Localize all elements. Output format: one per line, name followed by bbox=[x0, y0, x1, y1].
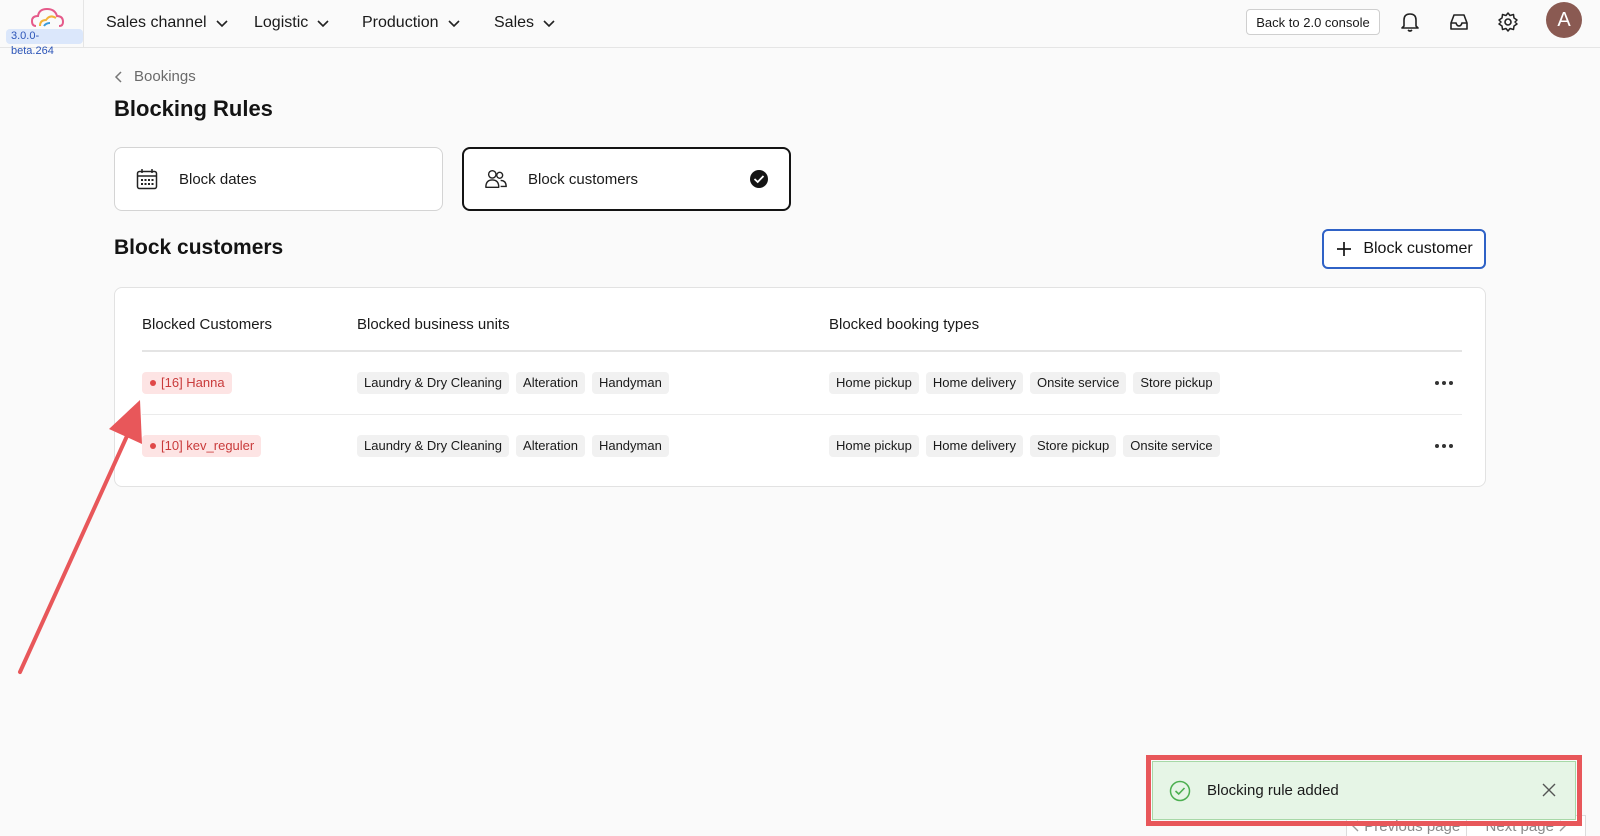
unit-tag: Laundry & Dry Cleaning bbox=[357, 435, 510, 457]
plus-icon bbox=[1337, 242, 1352, 256]
chevron-down-icon bbox=[447, 20, 460, 28]
logo-area[interactable]: 3.0.0-beta.264 bbox=[0, 0, 84, 57]
unit-tag: Handyman bbox=[591, 372, 669, 394]
block-customers-card[interactable]: Block customers bbox=[462, 147, 791, 211]
type-tag: Home pickup bbox=[829, 435, 919, 457]
type-tag: Home delivery bbox=[925, 435, 1023, 457]
units-tags: Laundry & Dry Cleaning Alteration Handym… bbox=[357, 372, 669, 394]
types-tags: Home pickup Home delivery Store pickup O… bbox=[829, 435, 1220, 457]
type-tag: Onsite service bbox=[1029, 372, 1127, 394]
column-header: Blocked business units bbox=[357, 316, 510, 333]
version-badge: 3.0.0-beta.264 bbox=[6, 29, 83, 57]
type-tag: Onsite service bbox=[1123, 435, 1220, 457]
more-options-icon[interactable] bbox=[1433, 438, 1455, 454]
bell-icon[interactable] bbox=[1398, 10, 1422, 34]
block-dates-card[interactable]: Block dates bbox=[114, 147, 443, 211]
nav-label: Production bbox=[362, 14, 439, 31]
column-header: Blocked booking types bbox=[829, 316, 980, 333]
row-divider bbox=[142, 414, 1462, 415]
nav-label: Sales channel bbox=[106, 14, 207, 31]
type-tag: Store pickup bbox=[1029, 435, 1117, 457]
card-label: Block dates bbox=[179, 170, 257, 188]
customer-badge[interactable]: [16] Hanna bbox=[142, 372, 232, 394]
breadcrumb[interactable]: Bookings bbox=[114, 68, 196, 85]
breadcrumb-label: Bookings bbox=[134, 68, 196, 85]
nav-sales-channel[interactable]: Sales channel bbox=[106, 0, 229, 46]
types-tags: Home pickup Home delivery Onsite service… bbox=[829, 372, 1220, 394]
back-to-console-button[interactable]: Back to 2.0 console bbox=[1246, 9, 1380, 35]
check-circle-icon bbox=[750, 170, 768, 188]
unit-tag: Alteration bbox=[516, 435, 585, 457]
gear-icon[interactable] bbox=[1496, 10, 1520, 34]
avatar[interactable]: A bbox=[1546, 2, 1582, 38]
toast-message: Blocking rule added bbox=[1207, 782, 1339, 799]
blocked-customers-table: Blocked Customers Blocked business units… bbox=[114, 287, 1486, 487]
add-block-customer-button[interactable]: Block customer bbox=[1322, 229, 1486, 269]
nav-label: Sales bbox=[494, 14, 535, 31]
add-button-label: Block customer bbox=[1363, 240, 1473, 257]
header-divider bbox=[142, 350, 1462, 352]
users-icon bbox=[484, 167, 508, 191]
check-circle-icon bbox=[1169, 780, 1191, 801]
success-toast: Blocking rule added bbox=[1152, 761, 1576, 820]
calendar-icon bbox=[135, 167, 159, 191]
table-row[interactable]: [10] kev_reguler Laundry & Dry Cleaning … bbox=[115, 426, 1487, 466]
chevron-down-icon bbox=[215, 20, 228, 28]
nav-production[interactable]: Production bbox=[362, 0, 461, 46]
cloud-logo-icon bbox=[30, 7, 65, 27]
unit-tag: Handyman bbox=[591, 435, 669, 457]
nav-label: Logistic bbox=[254, 14, 309, 31]
chevron-down-icon bbox=[317, 20, 329, 28]
section-title: Block customers bbox=[114, 236, 284, 259]
customer-badge[interactable]: [10] kev_reguler bbox=[142, 435, 262, 457]
column-header: Blocked Customers bbox=[142, 316, 273, 333]
nav-sales[interactable]: Sales bbox=[494, 0, 556, 46]
nav-logistic[interactable]: Logistic bbox=[254, 0, 330, 46]
card-label: Block customers bbox=[528, 170, 639, 188]
chevron-down-icon bbox=[543, 20, 555, 28]
type-tag: Store pickup bbox=[1133, 372, 1220, 394]
chevron-left-icon bbox=[114, 70, 122, 83]
units-tags: Laundry & Dry Cleaning Alteration Handym… bbox=[357, 435, 669, 457]
inbox-icon[interactable] bbox=[1447, 10, 1471, 34]
close-icon[interactable] bbox=[1539, 780, 1559, 800]
more-options-icon[interactable] bbox=[1433, 375, 1455, 391]
type-tag: Home delivery bbox=[925, 372, 1023, 394]
type-tag: Home pickup bbox=[829, 372, 919, 394]
unit-tag: Laundry & Dry Cleaning bbox=[357, 372, 510, 394]
table-row[interactable]: [16] Hanna Laundry & Dry Cleaning Altera… bbox=[115, 363, 1487, 403]
top-bar: 3.0.0-beta.264 Sales channel Logistic Pr… bbox=[0, 0, 1600, 57]
unit-tag: Alteration bbox=[516, 372, 585, 394]
page-title: Blocking Rules bbox=[114, 96, 273, 121]
